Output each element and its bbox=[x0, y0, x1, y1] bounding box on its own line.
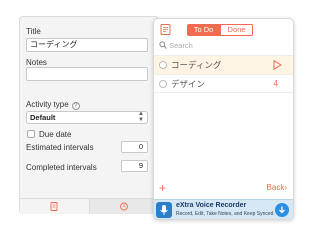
tab-done[interactable]: Done bbox=[220, 24, 253, 36]
microphone-icon bbox=[160, 205, 168, 215]
estimated-intervals-field[interactable]: 0 bbox=[121, 141, 148, 153]
help-icon[interactable]: ? bbox=[71, 102, 80, 110]
search-placeholder: Search bbox=[169, 41, 193, 50]
clock-icon bbox=[120, 202, 128, 211]
activity-type-label: Activity type? bbox=[26, 100, 80, 110]
tab-todo[interactable]: To Do bbox=[187, 24, 220, 36]
task-list-panel: To Do Done Search コーディング デザイン 4 + Back› bbox=[153, 18, 294, 220]
updown-chevron-icon: ▲ ▼ bbox=[138, 111, 144, 123]
back-label: Back bbox=[266, 183, 285, 192]
task-row[interactable]: コーディング bbox=[154, 55, 293, 74]
complete-task-circle[interactable] bbox=[159, 61, 167, 69]
back-button[interactable]: Back› bbox=[267, 183, 287, 193]
list-document-icon[interactable] bbox=[160, 24, 171, 35]
panel-bottom-bar: + Back› bbox=[154, 180, 293, 198]
document-icon bbox=[50, 202, 58, 211]
notes-label: Notes bbox=[26, 58, 47, 67]
edit-footer-tabs bbox=[20, 198, 158, 214]
task-edit-panel: Title コーディング Notes Activity type? Defaul… bbox=[19, 16, 159, 214]
task-row[interactable]: デザイン 4 bbox=[154, 74, 293, 93]
title-label: Title bbox=[26, 27, 41, 36]
ad-subtitle: Record, Edit, Take Notes, and Keep Synce… bbox=[176, 211, 274, 217]
ad-banner[interactable]: eXtra Voice Recorder Record, Edit, Take … bbox=[154, 199, 293, 219]
completed-intervals-label: Completed intervals bbox=[26, 163, 97, 172]
tab-details[interactable] bbox=[20, 199, 89, 214]
title-field[interactable]: コーディング bbox=[26, 38, 148, 52]
play-icon[interactable] bbox=[273, 60, 282, 70]
add-icon[interactable]: + bbox=[159, 181, 166, 195]
activity-type-value: Default bbox=[30, 113, 56, 122]
due-date-label: Due date bbox=[39, 130, 72, 139]
panel-header: To Do Done bbox=[154, 19, 293, 39]
activity-type-text: Activity type bbox=[26, 100, 69, 109]
task-title: デザイン bbox=[171, 79, 206, 89]
task-count: 4 bbox=[273, 79, 278, 88]
ad-title: eXtra Voice Recorder bbox=[176, 202, 247, 209]
task-title: コーディング bbox=[171, 60, 222, 70]
chevron-right-icon: › bbox=[284, 183, 287, 192]
notes-field[interactable] bbox=[26, 67, 148, 81]
download-icon[interactable] bbox=[275, 203, 289, 217]
tab-timer[interactable] bbox=[89, 199, 158, 214]
completed-intervals-field[interactable]: 9 bbox=[121, 160, 148, 172]
search-field[interactable]: Search bbox=[159, 41, 193, 51]
app-icon bbox=[156, 202, 172, 218]
estimated-intervals-label: Estimated intervals bbox=[26, 143, 94, 152]
due-date-checkbox[interactable] bbox=[27, 130, 35, 138]
activity-type-select[interactable]: Default ▲ ▼ bbox=[26, 111, 148, 124]
complete-task-circle[interactable] bbox=[159, 80, 167, 88]
search-icon bbox=[159, 41, 167, 49]
